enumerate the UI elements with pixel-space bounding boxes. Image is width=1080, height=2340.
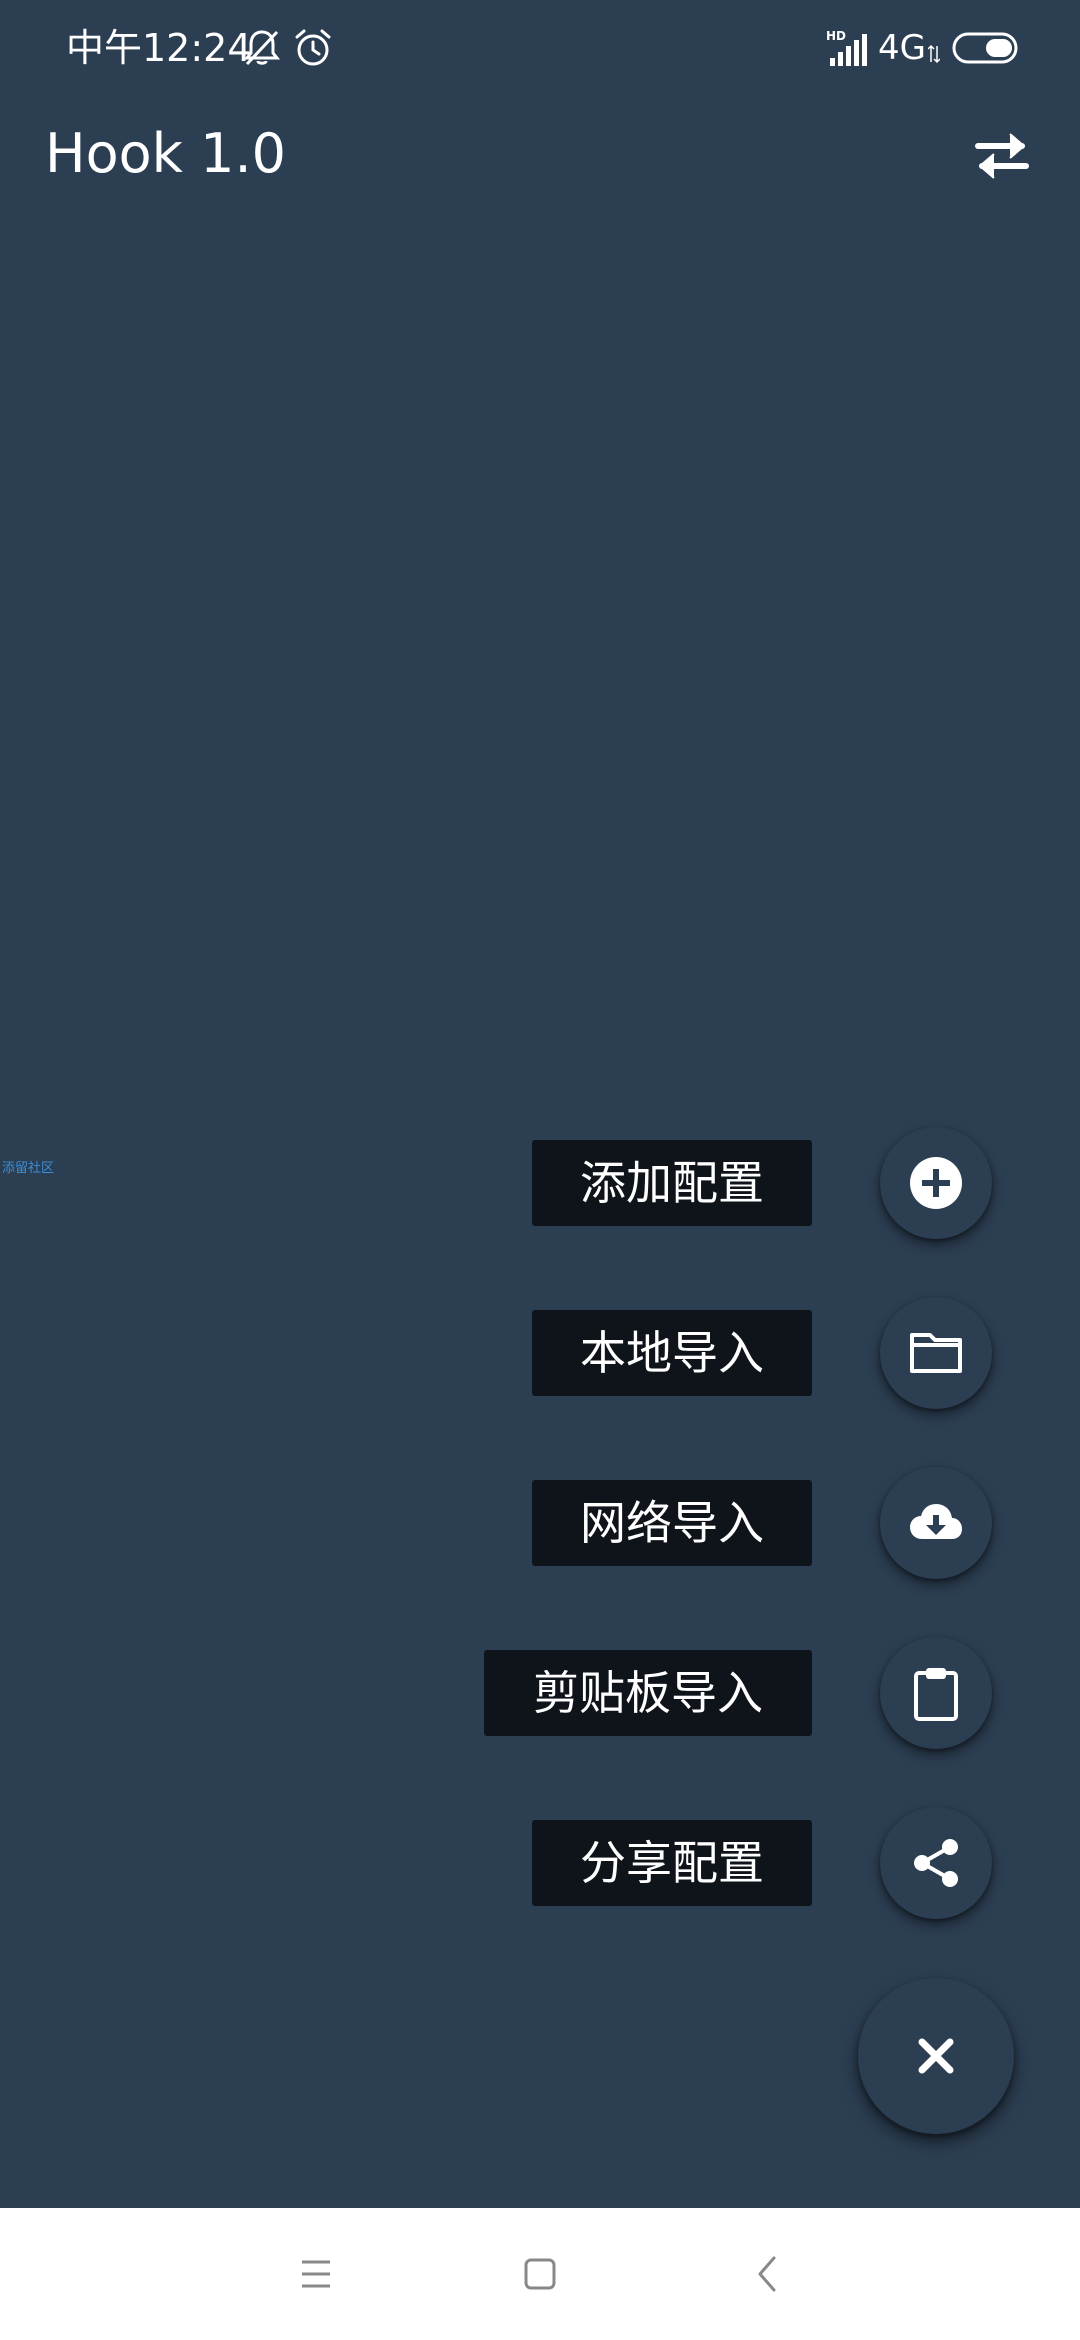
- svg-text:HD: HD: [826, 29, 846, 43]
- network-import-button[interactable]: [880, 1467, 992, 1579]
- menu-icon[interactable]: [282, 2240, 350, 2308]
- watermark-text: 添留社区: [2, 1161, 55, 1176]
- swap-arrows-icon[interactable]: [970, 124, 1034, 188]
- cloud-download-icon: [910, 1504, 962, 1539]
- alarm-icon: [295, 29, 331, 66]
- status-bar: 中午12:24 HD 4G: [0, 0, 1080, 96]
- signal-icon: HD: [826, 29, 867, 66]
- battery-icon: [952, 32, 1018, 64]
- clipboard-import-button[interactable]: [880, 1637, 992, 1749]
- data-activity-icon: [928, 44, 940, 64]
- folder-icon: [910, 1333, 962, 1373]
- add-circle-icon: [910, 1157, 962, 1209]
- status-time: 中午12:24: [66, 26, 252, 70]
- fab-label-share-config[interactable]: 分享配置: [532, 1820, 812, 1906]
- muted-bell-icon: [244, 30, 280, 66]
- app-bar: Hook 1.0: [0, 96, 1080, 212]
- fab-label-add-config[interactable]: 添加配置: [532, 1140, 812, 1226]
- share-config-button[interactable]: [880, 1807, 992, 1919]
- app-title: Hook 1.0: [45, 122, 286, 185]
- network-type: 4G: [878, 28, 926, 68]
- fab-label-clipboard-import[interactable]: 剪贴板导入: [484, 1650, 812, 1736]
- close-icon: [918, 2038, 954, 2074]
- home-icon[interactable]: [506, 2240, 574, 2308]
- clipboard-icon: [914, 1668, 958, 1721]
- share-icon: [914, 1839, 958, 1887]
- add-config-button[interactable]: [880, 1127, 992, 1239]
- fab-label-network-import[interactable]: 网络导入: [532, 1480, 812, 1566]
- system-nav-bar: [0, 2208, 1080, 2340]
- close-menu-button[interactable]: [858, 1978, 1014, 2134]
- back-icon[interactable]: [734, 2240, 802, 2308]
- fab-label-local-import[interactable]: 本地导入: [532, 1310, 812, 1396]
- local-import-button[interactable]: [880, 1297, 992, 1409]
